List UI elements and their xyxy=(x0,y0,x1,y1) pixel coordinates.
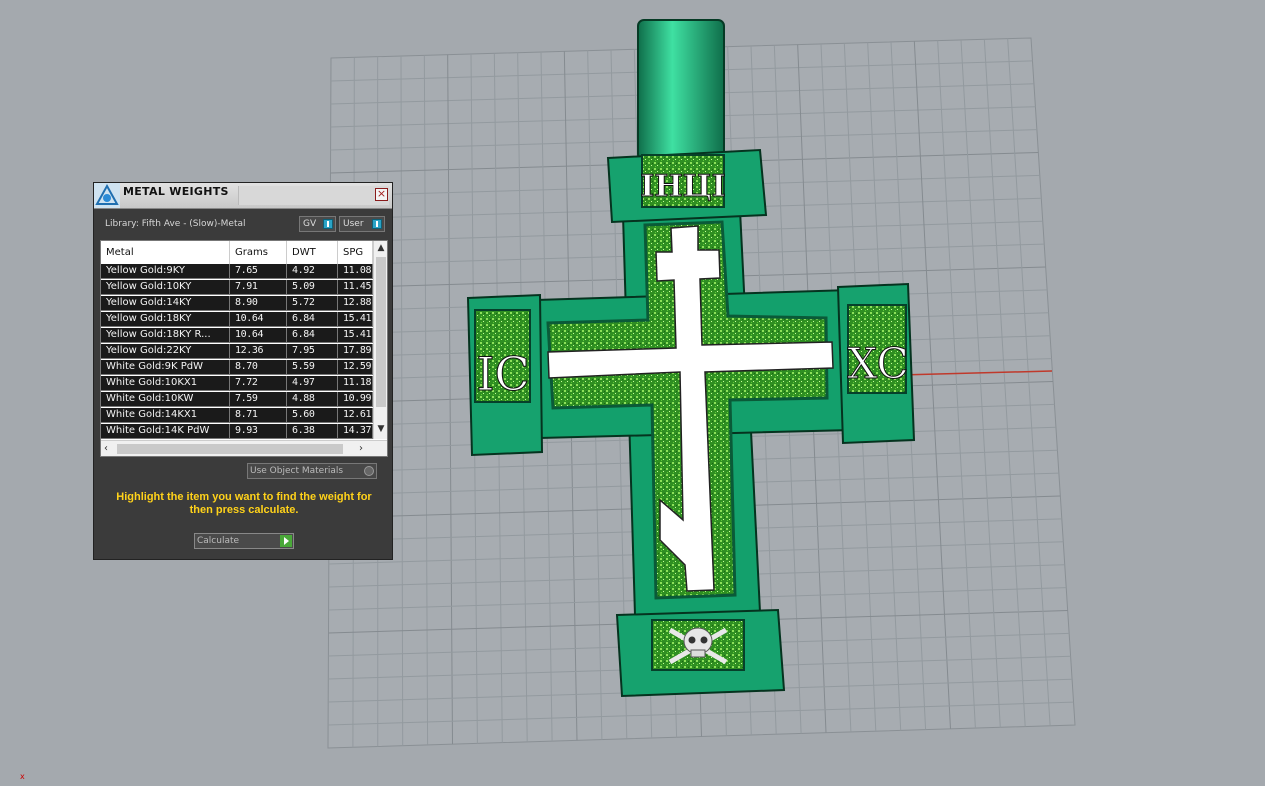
cell-metal: Yellow Gold:14KY xyxy=(101,296,230,310)
play-icon xyxy=(280,535,292,547)
cell-grams: 8.71 xyxy=(230,408,287,422)
cell-grams: 10.64 xyxy=(230,312,287,326)
left-plaque-text: IC xyxy=(476,347,529,401)
table-row[interactable]: Yellow Gold:22KY12.367.9517.89 xyxy=(101,344,373,359)
cell-metal: Yellow Gold:9KY xyxy=(101,264,230,278)
gv-toggle-label: GV xyxy=(303,219,316,229)
cell-dwt: 6.84 xyxy=(287,312,338,326)
cell-spg: 12.61 xyxy=(338,408,373,422)
use-object-materials-label: Use Object Materials xyxy=(250,466,343,476)
cell-metal: Yellow Gold:18KY R... xyxy=(101,328,230,342)
cell-grams: 7.65 xyxy=(230,264,287,278)
table-row[interactable]: Yellow Gold:9KY7.654.9211.08 xyxy=(101,264,373,279)
radio-button-icon[interactable] xyxy=(364,466,374,476)
column-header-spg[interactable]: SPG xyxy=(338,241,373,264)
cell-metal: Yellow Gold:18KY xyxy=(101,312,230,326)
table-row[interactable]: White Gold:10KW7.594.8810.99 xyxy=(101,392,373,407)
table-row[interactable]: White Gold:14K PdW9.936.3814.37 xyxy=(101,424,373,439)
panel-title-bar[interactable]: METAL WEIGHTS × xyxy=(94,183,392,209)
cell-grams: 7.72 xyxy=(230,376,287,390)
cell-grams: 7.59 xyxy=(230,392,287,406)
cell-spg: 15.41 xyxy=(338,312,373,326)
cell-dwt: 4.97 xyxy=(287,376,338,390)
cell-grams: 10.64 xyxy=(230,328,287,342)
table-header: Metal Grams DWT SPG xyxy=(101,241,373,264)
cell-dwt: 6.84 xyxy=(287,328,338,342)
scroll-thumb[interactable] xyxy=(117,444,343,454)
cell-spg: 12.88 xyxy=(338,296,373,310)
cell-grams: 9.93 xyxy=(230,424,287,438)
cell-dwt: 7.95 xyxy=(287,344,338,358)
cell-spg: 12.59 xyxy=(338,360,373,374)
cell-grams: 7.91 xyxy=(230,280,287,294)
calculate-label: Calculate xyxy=(197,536,239,546)
use-object-materials-option[interactable]: Use Object Materials xyxy=(247,463,377,479)
cell-dwt: 5.59 xyxy=(287,360,338,374)
user-toggle-label: User xyxy=(343,219,364,229)
cell-grams: 8.90 xyxy=(230,296,287,310)
right-plaque-text: XC xyxy=(847,339,908,388)
cell-spg: 11.18 xyxy=(338,376,373,390)
cell-dwt: 4.88 xyxy=(287,392,338,406)
user-toggle[interactable]: User xyxy=(339,216,385,232)
cell-spg: 11.08 xyxy=(338,264,373,278)
panel-title: METAL WEIGHTS xyxy=(123,185,229,198)
table-row[interactable]: White Gold:10KX17.724.9711.18 xyxy=(101,376,373,391)
close-button[interactable]: × xyxy=(375,188,388,201)
table-row[interactable]: Yellow Gold:18KY10.646.8415.41 xyxy=(101,312,373,327)
toggle-knob-icon xyxy=(372,219,382,229)
cell-metal: Yellow Gold:22KY xyxy=(101,344,230,358)
cell-dwt: 6.38 xyxy=(287,424,338,438)
cell-metal: White Gold:10KX1 xyxy=(101,376,230,390)
cell-metal: White Gold:14KX1 xyxy=(101,408,230,422)
cell-dwt: 5.09 xyxy=(287,280,338,294)
cell-spg: 17.89 xyxy=(338,344,373,358)
cell-dwt: 5.72 xyxy=(287,296,338,310)
metal-weights-panel[interactable]: METAL WEIGHTS × Library: Fifth Ave - (Sl… xyxy=(93,182,393,560)
cell-dwt: 5.60 xyxy=(287,408,338,422)
column-header-grams[interactable]: Grams xyxy=(230,241,287,264)
table-row[interactable]: White Gold:14KX18.715.6012.61 xyxy=(101,408,373,423)
scroll-thumb[interactable] xyxy=(376,257,386,407)
vertical-scrollbar[interactable]: ▲ ▼ xyxy=(373,241,388,439)
table-row[interactable]: White Gold:9K PdW8.705.5912.59 xyxy=(101,360,373,375)
cell-metal: White Gold:14K PdW xyxy=(101,424,230,438)
scroll-up-icon[interactable]: ▲ xyxy=(374,243,388,255)
table-row[interactable]: Yellow Gold:10KY7.915.0911.45 xyxy=(101,280,373,295)
pendant-bail xyxy=(638,20,724,160)
toggle-knob-icon xyxy=(323,219,333,229)
column-header-dwt[interactable]: DWT xyxy=(287,241,338,264)
column-header-metal[interactable]: Metal xyxy=(101,241,230,264)
top-plaque-text: IHЦI xyxy=(640,169,725,204)
axis-indicator: x xyxy=(20,774,26,780)
cell-metal: White Gold:9K PdW xyxy=(101,360,230,374)
library-label: Library: Fifth Ave - (Slow)-Metal xyxy=(105,219,246,229)
cell-spg: 10.99 xyxy=(338,392,373,406)
gv-toggle[interactable]: GV xyxy=(299,216,336,232)
scroll-down-icon[interactable]: ▼ xyxy=(374,424,388,436)
scroll-left-icon[interactable]: ‹ xyxy=(104,443,108,454)
cell-metal: White Gold:10KW xyxy=(101,392,230,406)
cell-metal: Yellow Gold:10KY xyxy=(101,280,230,294)
cell-dwt: 4.92 xyxy=(287,264,338,278)
table-row[interactable]: Yellow Gold:14KY8.905.7212.88 xyxy=(101,296,373,311)
cell-spg: 11.45 xyxy=(338,280,373,294)
metal-table[interactable]: Metal Grams DWT SPG Yellow Gold:9KY7.654… xyxy=(100,240,388,457)
table-row[interactable]: Yellow Gold:18KY R...10.646.8415.41 xyxy=(101,328,373,343)
cell-grams: 8.70 xyxy=(230,360,287,374)
scroll-right-icon[interactable]: › xyxy=(359,443,363,454)
instruction-text: Highlight the item you want to find the … xyxy=(104,491,384,517)
horizontal-scrollbar[interactable]: ‹ › xyxy=(101,440,387,457)
cell-spg: 15.41 xyxy=(338,328,373,342)
app-logo-icon xyxy=(94,183,120,208)
cell-spg: 14.37 xyxy=(338,424,373,438)
cell-grams: 12.36 xyxy=(230,344,287,358)
calculate-button[interactable]: Calculate xyxy=(194,533,294,549)
